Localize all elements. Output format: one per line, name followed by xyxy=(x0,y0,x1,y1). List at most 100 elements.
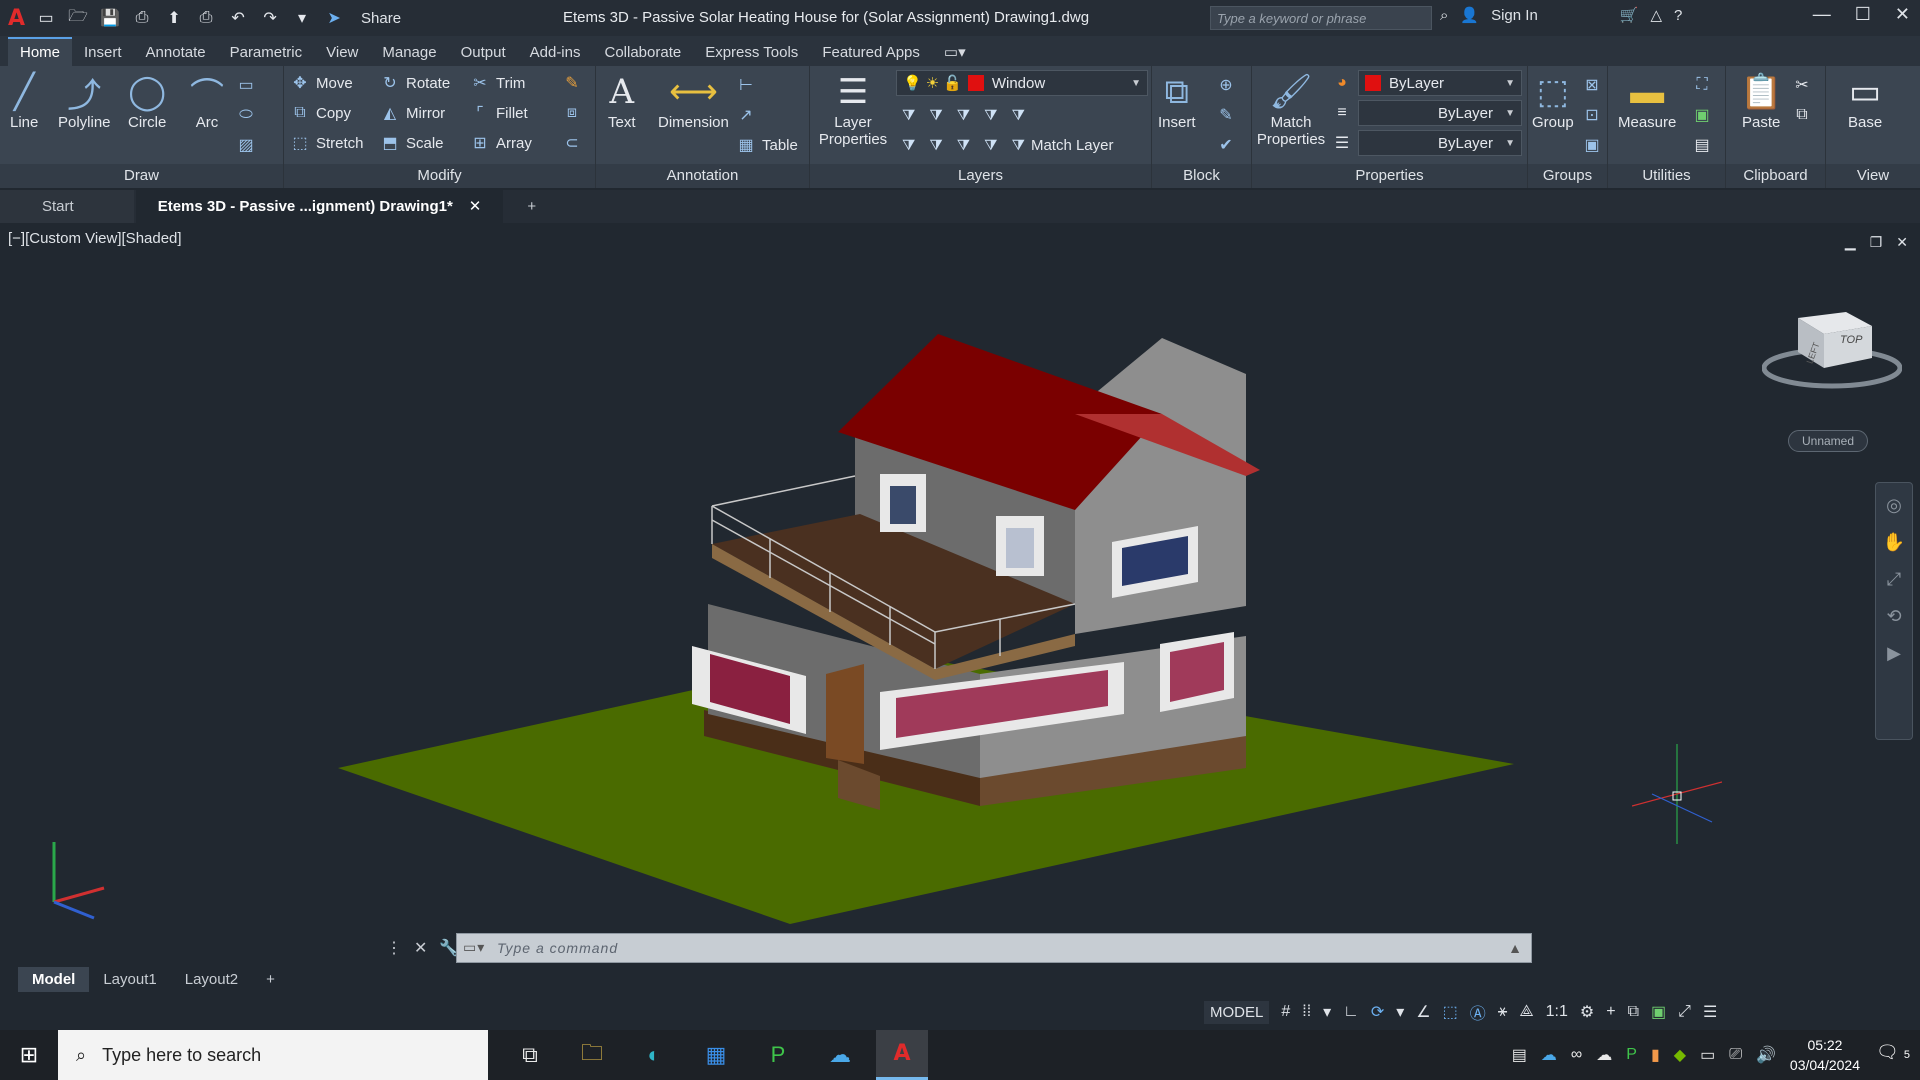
table-button[interactable]: ▦ Table xyxy=(736,132,797,158)
explode-button[interactable]: ⧈ xyxy=(562,100,582,126)
clock[interactable]: 05:22 03/04/2024 xyxy=(1790,1035,1860,1075)
array-button[interactable]: ⊞ Array xyxy=(470,130,532,156)
cloud-app-icon[interactable]: ☁ xyxy=(814,1030,866,1080)
ungroup-button[interactable]: ⊠ xyxy=(1582,72,1602,98)
stretch-button[interactable]: ⬚ Stretch xyxy=(290,130,363,156)
panel-title-groups[interactable]: Groups xyxy=(1528,164,1607,188)
grid-icon[interactable]: # xyxy=(1281,1003,1290,1021)
layer-walk-icon[interactable]: ⧩ xyxy=(902,137,915,154)
new-file-icon[interactable]: ▭ xyxy=(35,8,57,28)
annotation-visibility-icon[interactable]: Ⓐ xyxy=(1470,1000,1486,1024)
measure-button[interactable]: ▬ Measure xyxy=(1618,70,1676,132)
command-history-icon[interactable]: ▭▾ xyxy=(463,939,485,956)
tray-link-icon[interactable]: ∞ xyxy=(1571,1046,1582,1064)
snap-icon[interactable]: ⁞⁞ xyxy=(1302,1003,1311,1021)
add-icon[interactable]: + xyxy=(1606,1003,1615,1021)
fillet-button[interactable]: ⌜ Fillet xyxy=(470,100,527,126)
select-all-button[interactable]: ▣ xyxy=(1692,102,1712,128)
panel-title-block[interactable]: Block xyxy=(1152,164,1251,188)
tab-layout2[interactable]: Layout2 xyxy=(171,967,252,992)
tab-collaborate[interactable]: Collaborate xyxy=(592,39,693,66)
tab-view[interactable]: View xyxy=(314,39,370,66)
redo-icon[interactable]: ↷ xyxy=(259,8,281,28)
offset-button[interactable]: ⊂ xyxy=(562,130,582,156)
annotation-scale-icon[interactable]: ⟁ xyxy=(1519,1003,1533,1021)
leader-button[interactable]: ↗ xyxy=(736,102,756,128)
model-space-toggle[interactable]: MODEL xyxy=(1204,1000,1270,1024)
view-cube-top-face[interactable]: TOP xyxy=(1840,334,1862,346)
tab-add-ins[interactable]: Add-ins xyxy=(518,39,593,66)
isodraft-icon[interactable]: ▾ xyxy=(1396,1002,1404,1022)
attribute-button[interactable]: ✔ xyxy=(1216,132,1236,158)
ellipse-button[interactable]: ⬭ xyxy=(236,102,256,128)
lineweight-button[interactable]: ≡ xyxy=(1332,100,1352,126)
layer-off-icon[interactable]: ⧩ xyxy=(902,107,915,124)
task-view-icon[interactable]: ⧉ xyxy=(504,1030,556,1080)
taskbar-search[interactable]: ⌕ Type here to search xyxy=(58,1030,488,1080)
save-as-icon[interactable]: ⎙ xyxy=(131,8,153,28)
layer-isolate-icon[interactable]: ⧩ xyxy=(929,107,942,124)
color-wheel-button[interactable]: ◕ xyxy=(1332,70,1352,96)
clean-screen-icon[interactable]: ⤢ xyxy=(1678,1003,1691,1021)
erase-button[interactable]: ✎ xyxy=(562,70,582,96)
panel-title-modify[interactable]: Modify xyxy=(284,164,595,188)
maximize-icon[interactable]: ☐ xyxy=(1855,4,1871,25)
house-3d-model[interactable] xyxy=(0,224,1920,978)
rectangle-button[interactable]: ▭ xyxy=(236,72,256,98)
orbit-icon[interactable]: ⟲ xyxy=(1886,606,1901,627)
pan-icon[interactable]: ✋ xyxy=(1883,532,1905,553)
showmotion-icon[interactable]: ▶ xyxy=(1887,643,1901,664)
windows-start-icon[interactable]: ⊞ xyxy=(0,1030,58,1080)
share-icon[interactable]: ➤ xyxy=(323,8,345,28)
annotation-scale-value[interactable]: 1:1 xyxy=(1546,1003,1568,1021)
tab-home[interactable]: Home xyxy=(8,37,73,66)
layer-freeze-tool-icon[interactable]: ⧩ xyxy=(957,107,970,124)
network-icon[interactable]: ⎚ xyxy=(1729,1046,1742,1064)
search-icon[interactable]: ⌕ xyxy=(1440,7,1448,24)
nvidia-icon[interactable]: ◆ xyxy=(1674,1045,1686,1065)
drawing-viewport[interactable]: [−][Custom View][Shaded] ▁ ❐ ✕ TOP LEFT … xyxy=(0,224,1920,978)
tab-drawing[interactable]: Etems 3D - Passive ...ignment) Drawing1*… xyxy=(135,190,504,223)
tray-cloud-icon[interactable]: ☁ xyxy=(1541,1045,1557,1065)
make-current-icon[interactable]: ⧩ xyxy=(1012,107,1025,124)
undo-icon[interactable]: ↶ xyxy=(227,8,249,28)
autodesk-icon[interactable]: △ xyxy=(1650,6,1662,24)
tray-chart-icon[interactable]: ▮ xyxy=(1651,1045,1660,1065)
text-button[interactable]: A Text xyxy=(608,70,636,131)
object-snap-icon[interactable]: ⬚ xyxy=(1443,1002,1458,1022)
trim-button[interactable]: ✂ Trim xyxy=(470,70,525,96)
layer-lock-tool-icon[interactable]: ⧩ xyxy=(984,107,997,124)
help-icon[interactable]: ? xyxy=(1674,7,1682,24)
panel-title-layers[interactable]: Layers xyxy=(810,164,1151,188)
tab-layout1[interactable]: Layout1 xyxy=(89,967,170,992)
ribbon-options-icon[interactable]: ▭▾ xyxy=(932,38,978,66)
tray-green-icon[interactable]: P xyxy=(1626,1046,1637,1064)
customization-menu-icon[interactable]: ☰ xyxy=(1703,1002,1717,1022)
onedrive-icon[interactable]: ☁ xyxy=(1596,1045,1612,1065)
linetype-button[interactable]: ☰ xyxy=(1332,130,1352,156)
ortho-icon[interactable]: ∟ xyxy=(1343,1003,1359,1021)
linetype-dropdown[interactable]: ByLayer ▼ xyxy=(1358,100,1522,126)
sign-in-button[interactable]: Sign In xyxy=(1491,7,1538,24)
panel-title-draw[interactable]: Draw xyxy=(0,164,283,188)
steering-wheel-icon[interactable]: ◎ xyxy=(1886,495,1902,516)
tray-device-icon[interactable]: ▭ xyxy=(1700,1045,1715,1065)
settings-gear-icon[interactable]: ⚙ xyxy=(1580,1002,1594,1022)
green-app-icon[interactable]: P xyxy=(752,1030,804,1080)
microsoft-store-icon[interactable]: ▦ xyxy=(690,1030,742,1080)
tab-start[interactable]: Start xyxy=(0,190,134,223)
save-icon[interactable]: 💾 xyxy=(99,8,121,28)
cut-button[interactable]: ✂ xyxy=(1792,72,1812,98)
linear-dim-button[interactable]: ⊢ xyxy=(736,72,756,98)
move-button[interactable]: ✥ Move xyxy=(290,70,352,96)
layer-tools-row-1[interactable]: ⧩ ⧩ ⧩ ⧩ ⧩ xyxy=(902,102,1025,128)
tab-featured-apps[interactable]: Featured Apps xyxy=(810,39,932,66)
volume-icon[interactable]: 🔊 xyxy=(1756,1045,1776,1065)
polyline-button[interactable]: ⤴ Polyline xyxy=(58,70,111,132)
minimize-icon[interactable]: — xyxy=(1813,4,1831,25)
group-select-button[interactable]: ▣ xyxy=(1582,132,1602,158)
tab-model[interactable]: Model xyxy=(18,966,90,992)
calculator-button[interactable]: ▤ xyxy=(1692,132,1712,158)
dimension-button[interactable]: ⟷ Dimension xyxy=(658,70,729,131)
layer-unisolate-icon[interactable]: ⧩ xyxy=(929,137,942,154)
